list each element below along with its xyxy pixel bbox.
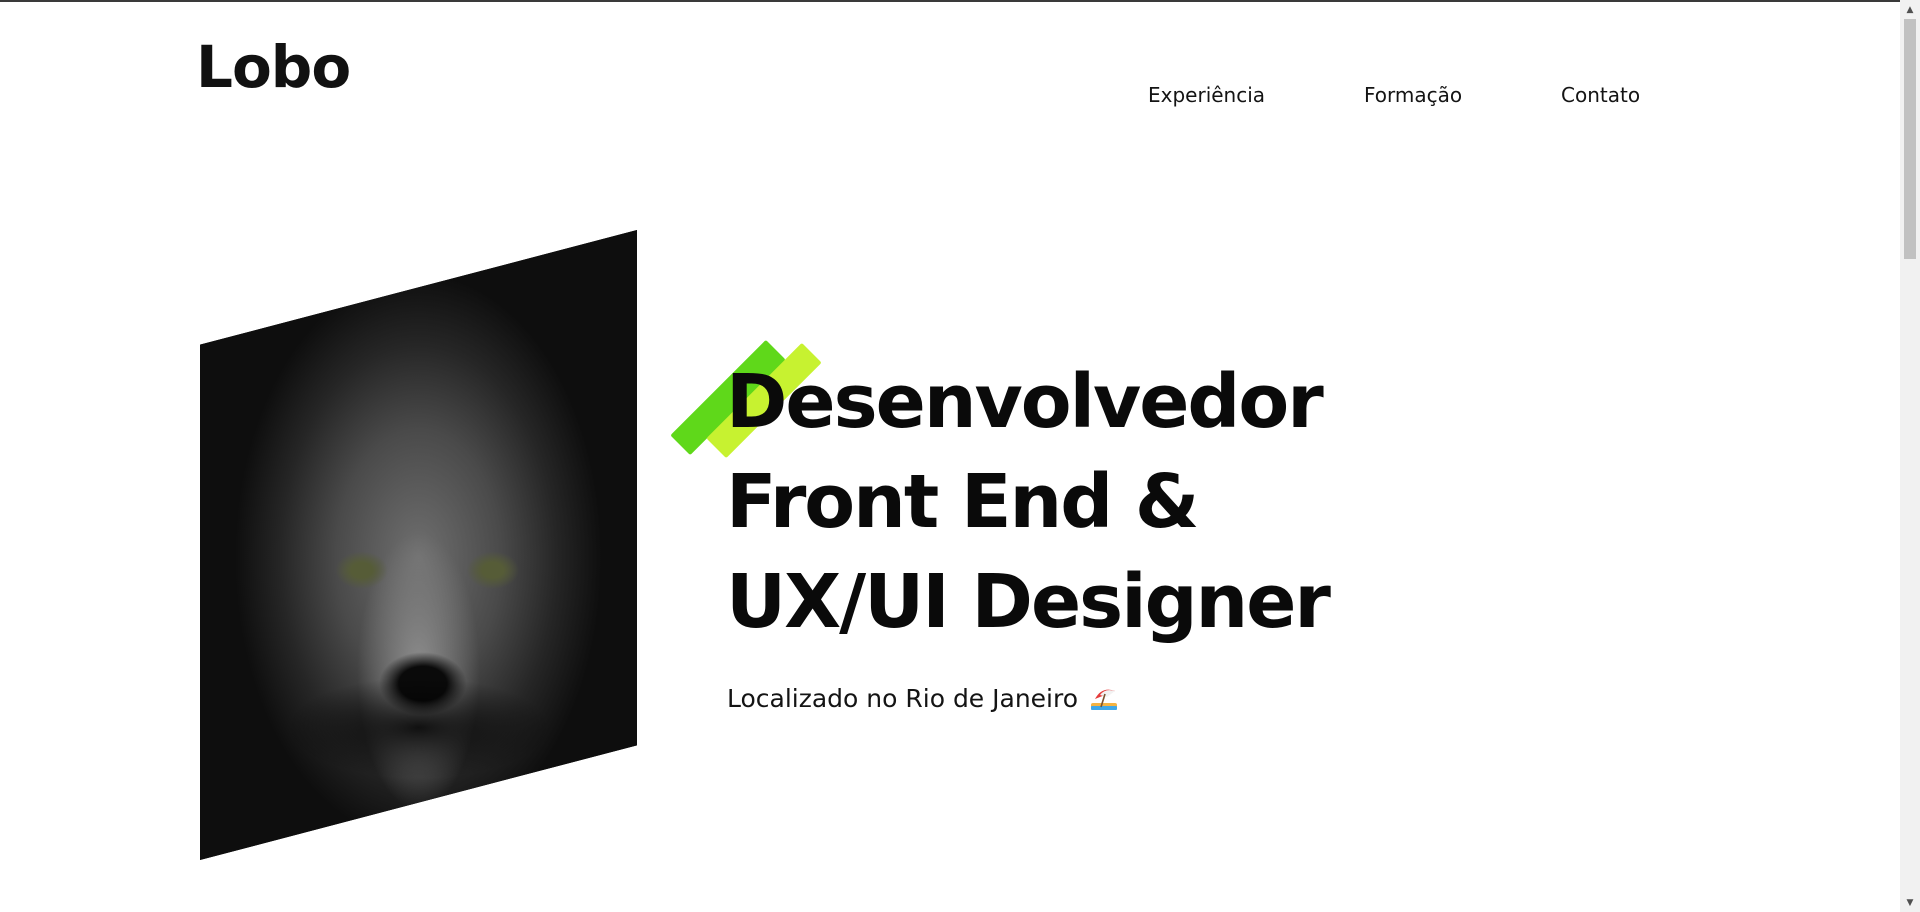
main-nav: Experiência Formação Contato xyxy=(0,80,1920,110)
headline-line-3: UX/UI Designer xyxy=(726,559,1331,645)
wolf-portrait-image xyxy=(200,230,637,860)
scroll-down-arrow[interactable]: ▼ xyxy=(1900,895,1920,912)
nav-link-formacao[interactable]: Formação xyxy=(1364,80,1462,110)
window-top-border xyxy=(0,0,1920,2)
vertical-scrollbar[interactable]: ▲ ▼ xyxy=(1900,0,1920,912)
scroll-thumb[interactable] xyxy=(1904,19,1916,259)
nav-link-experiencia[interactable]: Experiência xyxy=(1148,80,1265,110)
nav-link-contato[interactable]: Contato xyxy=(1561,80,1640,110)
location-text: Localizado no Rio de Janeiro xyxy=(727,681,1118,717)
headline-line-1: Desenvolvedor xyxy=(726,359,1324,445)
hero-headline: Desenvolvedor Front End & UX/UI Designer xyxy=(726,352,1331,652)
beach-umbrella-icon xyxy=(1090,685,1118,711)
headline-line-2: Front End & xyxy=(726,459,1199,545)
page: Lobo Experiência Formação Contato Desenv… xyxy=(0,0,1920,912)
scroll-up-arrow[interactable]: ▲ xyxy=(1900,2,1920,19)
location-label: Localizado no Rio de Janeiro xyxy=(727,684,1079,713)
